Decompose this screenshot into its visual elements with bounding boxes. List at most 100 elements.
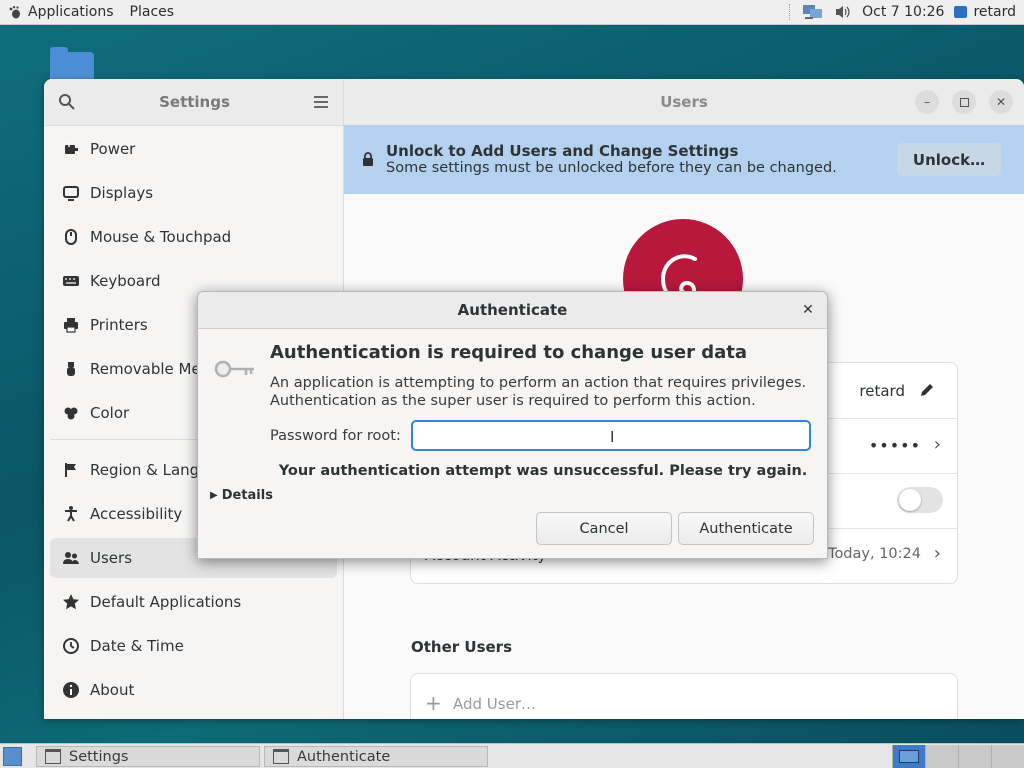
expander-triangle-icon: ▶ [210, 490, 218, 501]
printer-icon [64, 318, 78, 333]
mouse-icon [65, 229, 77, 245]
sidebar-item-label: Displays [90, 184, 154, 202]
sidebar-item-date-time[interactable]: Date & Time [50, 626, 337, 666]
workspace-window-icon [899, 750, 919, 763]
username-value: retard [859, 382, 905, 400]
workspace-4[interactable] [991, 745, 1024, 768]
account-activity-value: Today, 10:24 [828, 546, 921, 562]
top-panel: Applications Places Oct 7 10:26 retard [0, 0, 1024, 25]
unlock-button[interactable]: Unlock… [897, 143, 1001, 176]
close-icon: ✕ [995, 95, 1007, 109]
chevron-right-icon: › [933, 543, 941, 564]
keyboard-icon [63, 276, 79, 286]
dialog-title: Authenticate [457, 301, 568, 319]
flag-icon [65, 463, 76, 477]
separator-handle [789, 4, 792, 20]
auth-error-message: Your authentication attempt was unsucces… [278, 463, 808, 479]
task-authenticate[interactable]: Authenticate [264, 746, 488, 767]
minimize-button[interactable]: – [915, 90, 939, 114]
password-dots: ••••• [868, 436, 921, 455]
sidebar-item-label: Power [90, 140, 136, 158]
sidebar-item-power[interactable]: Power [50, 129, 337, 169]
task-label: Authenticate [297, 748, 391, 765]
places-menu[interactable]: Places [130, 4, 175, 20]
hamburger-menu-icon[interactable] [313, 95, 329, 109]
authenticate-dialog: Authenticate ✕ Authentication is require… [197, 291, 828, 559]
dialog-titlebar: Authenticate ✕ [198, 292, 827, 329]
minimize-icon: – [924, 95, 930, 109]
bottom-panel: Settings Authenticate [0, 743, 1024, 768]
pencil-icon[interactable] [919, 382, 935, 398]
password-label: Password for root: [270, 428, 401, 444]
details-label: Details [221, 488, 273, 503]
dialog-message-line: An application is attempting to perform … [270, 375, 807, 391]
star-icon [63, 594, 79, 610]
sidebar-title: Settings [159, 93, 230, 111]
sidebar-header: Settings [44, 79, 343, 126]
other-users-heading: Other Users [411, 638, 513, 656]
users-icon [63, 552, 79, 564]
search-icon[interactable] [58, 93, 76, 111]
dialog-heading: Authentication is required to change use… [270, 342, 748, 363]
applications-menu[interactable]: Applications [8, 4, 114, 20]
dialog-message: An application is attempting to perform … [270, 374, 820, 410]
sidebar-item-label: Default Applications [90, 593, 242, 611]
dialog-message-line: Authentication as the super user is requ… [270, 393, 756, 409]
sidebar-item-label: Accessibility [90, 505, 183, 523]
window-icon [45, 749, 61, 764]
power-icon [65, 142, 78, 154]
sidebar-item-label: Color [90, 404, 130, 422]
sidebar-item-label: Date & Time [90, 637, 184, 655]
sidebar-item-label: Users [90, 549, 133, 567]
close-icon: ✕ [802, 302, 814, 318]
unlock-banner: Unlock to Add Users and Change Settings … [344, 125, 1024, 194]
applications-label: Applications [28, 4, 114, 20]
maximize-icon [959, 97, 969, 107]
chevron-right-icon: › [933, 434, 941, 455]
color-icon [64, 407, 78, 420]
add-user-row[interactable]: + Add User… [410, 673, 958, 719]
places-label: Places [129, 4, 175, 20]
volume-icon[interactable] [834, 4, 852, 20]
key-icon [214, 360, 254, 378]
maximize-button[interactable] [952, 90, 976, 114]
dialog-close-button[interactable]: ✕ [799, 301, 817, 319]
banner-subtitle: Some settings must be unlocked before th… [386, 160, 837, 176]
user-label: retard [973, 4, 1016, 20]
banner-title: Unlock to Add Users and Change Settings [386, 142, 739, 160]
clock-icon [63, 638, 79, 654]
workspace-3[interactable] [958, 745, 991, 768]
sidebar-item-mouse-touchpad[interactable]: Mouse & Touchpad [50, 217, 337, 257]
usb-icon [67, 362, 75, 376]
panel-title: Users [660, 93, 708, 111]
sidebar-item-displays[interactable]: Displays [50, 173, 337, 213]
sidebar-item-label: Keyboard [90, 272, 161, 290]
details-expander[interactable]: ▶ Details [210, 488, 273, 503]
close-button[interactable]: ✕ [989, 90, 1013, 114]
plus-icon: + [425, 691, 442, 715]
show-desktop-icon[interactable] [3, 747, 22, 766]
cancel-button[interactable]: Cancel [536, 512, 672, 545]
user-menu[interactable]: retard [954, 4, 1016, 20]
sidebar-item-about[interactable]: About [50, 670, 337, 710]
lock-icon [363, 152, 373, 166]
auto-login-switch[interactable] [897, 487, 943, 513]
task-label: Settings [69, 748, 129, 765]
network-icon[interactable] [802, 3, 824, 21]
clock[interactable]: Oct 7 10:26 [862, 4, 944, 20]
sidebar-item-label: Printers [90, 316, 148, 334]
sidebar-item-label: Removable Me [90, 360, 201, 378]
task-settings[interactable]: Settings [36, 746, 260, 767]
sidebar-item-default-applications[interactable]: Default Applications [50, 582, 337, 622]
workspace-1[interactable] [892, 745, 925, 768]
accessibility-icon [65, 506, 77, 522]
info-icon [63, 682, 79, 698]
switch-knob [899, 489, 921, 511]
desktop-folder-icon[interactable] [50, 47, 94, 82]
add-user-label: Add User… [453, 695, 536, 713]
user-screen-icon [954, 6, 968, 18]
display-icon [63, 186, 79, 201]
authenticate-button[interactable]: Authenticate [678, 512, 814, 545]
sidebar-item-label: Region & Lang [90, 461, 200, 479]
workspace-2[interactable] [925, 745, 958, 768]
